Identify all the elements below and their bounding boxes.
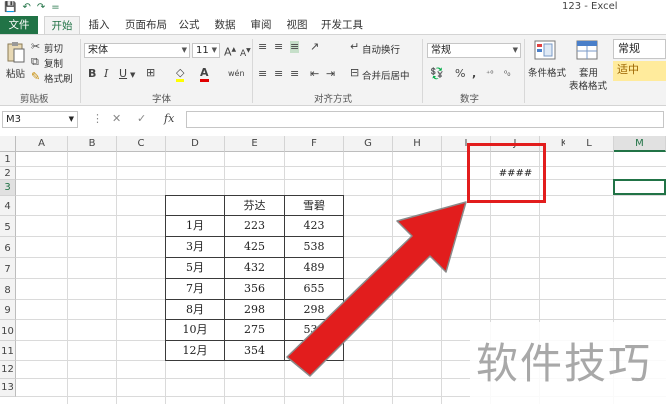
- watermark: 软件技巧: [470, 322, 666, 404]
- watermark-text: 软件技巧: [476, 339, 653, 388]
